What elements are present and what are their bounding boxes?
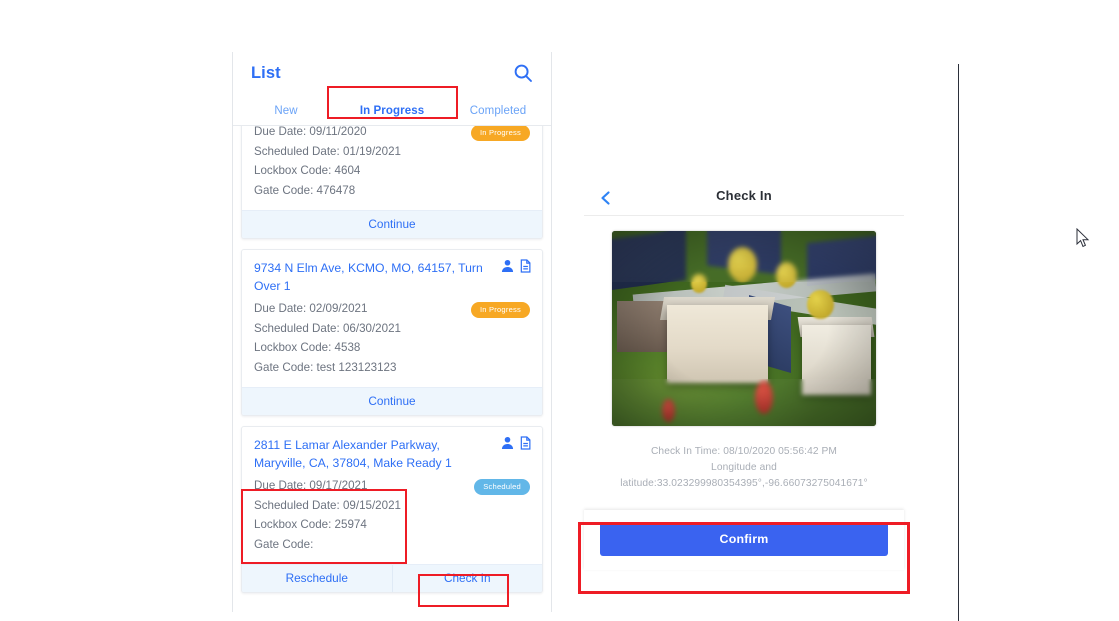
lockbox-code-row: Lockbox Code: 25974 xyxy=(254,518,367,531)
task-card-list[interactable]: Turn Over 1 Due Date: 09/11/2020 Schedul… xyxy=(233,126,551,612)
confirm-bar: Confirm xyxy=(584,510,904,570)
task-card-icons xyxy=(501,436,532,450)
page-divider xyxy=(958,64,959,621)
confirm-button[interactable]: Confirm xyxy=(600,522,888,556)
task-card-actions: Reschedule Check In xyxy=(242,564,542,592)
task-card[interactable]: 2811 E Lamar Alexander Parkway, Maryvill… xyxy=(241,426,543,593)
status-badge: In Progress xyxy=(470,126,530,141)
tab-in-progress[interactable]: In Progress xyxy=(339,96,445,126)
check-in-button[interactable]: Check In xyxy=(391,565,543,592)
status-badge: In Progress xyxy=(470,302,530,318)
task-card[interactable]: 9734 N Elm Ave, KCMO, MO, 64157, Turn Ov… xyxy=(241,249,543,416)
task-card-body: 9734 N Elm Ave, KCMO, MO, 64157, Turn Ov… xyxy=(242,250,542,387)
continue-button[interactable]: Continue xyxy=(242,211,542,238)
document-icon[interactable] xyxy=(519,436,532,450)
check-in-time: Check In Time: 08/10/2020 05:56:42 PM xyxy=(650,446,838,457)
scheduled-date-row: Scheduled Date: 01/19/2021 xyxy=(254,144,401,158)
task-card[interactable]: Turn Over 1 Due Date: 09/11/2020 Schedul… xyxy=(241,126,543,239)
chevron-left-icon[interactable] xyxy=(598,190,614,206)
task-card-actions: Continue xyxy=(242,210,542,238)
gate-code-row: Gate Code: 476478 xyxy=(254,183,356,197)
screen-root: List New In Progress Completed Turn Over… xyxy=(0,0,1119,621)
status-badge: Scheduled xyxy=(474,479,530,495)
mouse-pointer xyxy=(1076,228,1090,248)
person-icon[interactable] xyxy=(501,259,514,273)
scheduled-date-row: Scheduled Date: 06/30/2021 xyxy=(254,321,401,335)
lockbox-code-row: Lockbox Code: 4538 xyxy=(254,341,361,354)
lockbox-code-row: Lockbox Code: 4604 xyxy=(254,164,361,177)
check-in-panel: Check In Check In Time: 08/10/2020 05:56… xyxy=(584,178,904,570)
reschedule-button[interactable]: Reschedule xyxy=(242,565,392,592)
search-icon[interactable] xyxy=(513,63,533,83)
gate-code-row: Gate Code: xyxy=(254,537,314,551)
coords-label: Longitude and xyxy=(711,462,777,473)
list-header: List xyxy=(233,52,551,96)
aerial-neighborhood-photo xyxy=(612,231,876,426)
detail-title: Check In xyxy=(716,188,772,203)
tab-completed[interactable]: Completed xyxy=(445,96,551,126)
page-title: List xyxy=(251,64,281,82)
task-card-title[interactable]: 2811 E Lamar Alexander Parkway, Maryvill… xyxy=(254,436,530,472)
continue-button[interactable]: Continue xyxy=(242,388,542,415)
person-icon[interactable] xyxy=(501,436,514,450)
task-card-body: 2811 E Lamar Alexander Parkway, Maryvill… xyxy=(242,427,542,564)
list-panel: List New In Progress Completed Turn Over… xyxy=(232,52,552,612)
task-card-actions: Continue xyxy=(242,387,542,415)
coords-value: latitude:33.023299980354395°,-96.6607327… xyxy=(620,478,868,489)
document-icon[interactable] xyxy=(519,259,532,273)
task-card-title[interactable]: 9734 N Elm Ave, KCMO, MO, 64157, Turn Ov… xyxy=(254,259,530,295)
tab-bar: New In Progress Completed xyxy=(233,86,551,126)
check-in-meta: Check In Time: 08/10/2020 05:56:42 PM Lo… xyxy=(584,426,904,492)
detail-header: Check In xyxy=(584,178,904,216)
scheduled-date-row: Scheduled Date: 09/15/2021 xyxy=(254,498,401,512)
photo-container xyxy=(584,216,904,426)
gate-code-row: Gate Code: test 123123123 xyxy=(254,360,397,374)
task-card-body: Turn Over 1 Due Date: 09/11/2020 Schedul… xyxy=(242,126,542,210)
tab-new[interactable]: New xyxy=(233,96,339,126)
task-card-icons xyxy=(501,259,532,273)
